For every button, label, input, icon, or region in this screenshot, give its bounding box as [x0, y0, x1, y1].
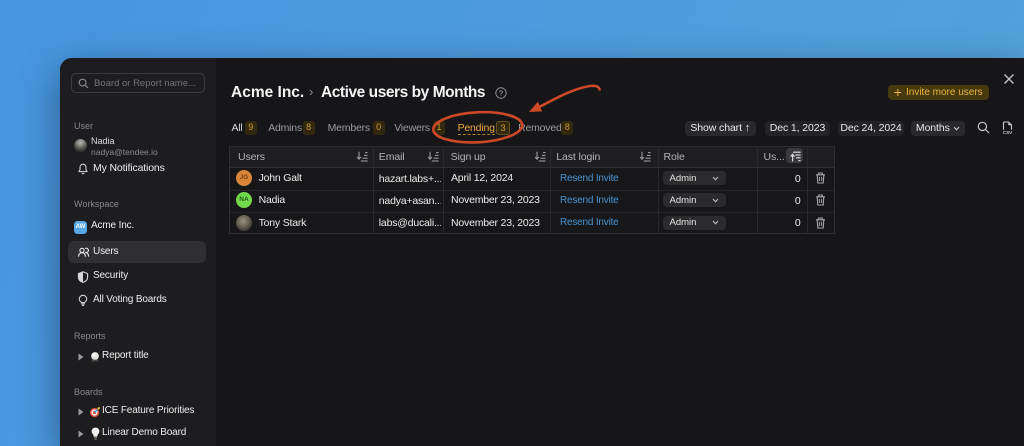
svg-text:?: ? — [499, 88, 503, 97]
svg-text:CSV: CSV — [1003, 130, 1013, 135]
